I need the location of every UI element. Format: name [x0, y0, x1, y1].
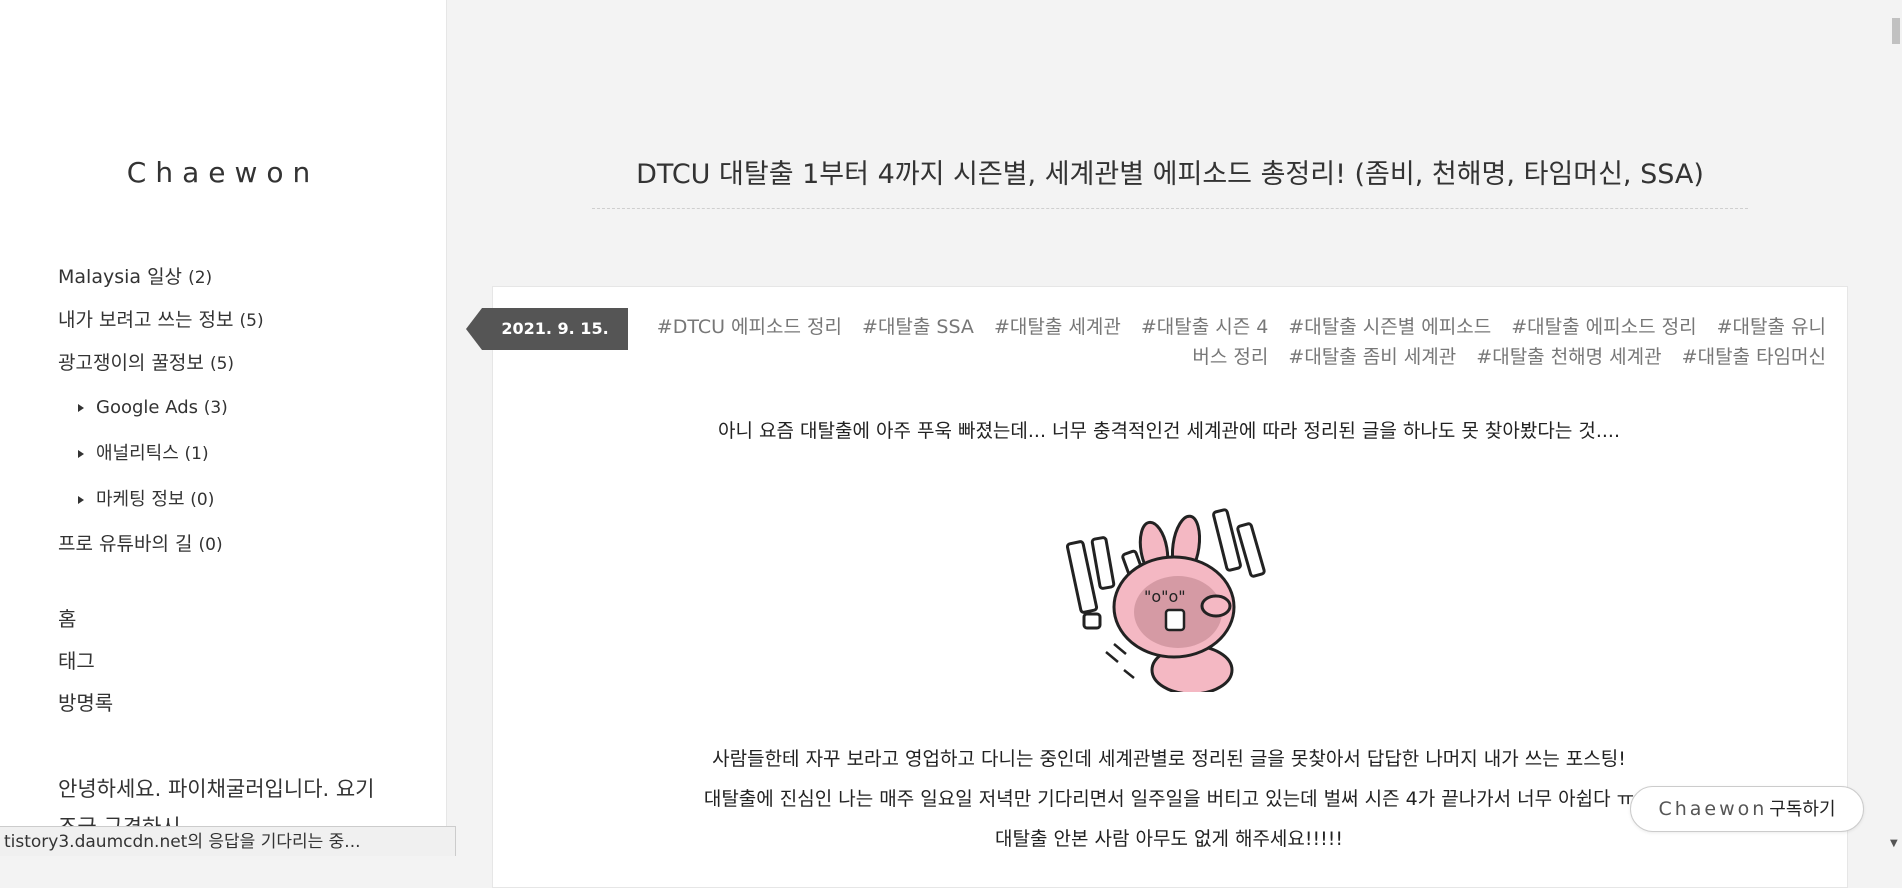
scrollbar[interactable] [1890, 0, 1902, 856]
category-label: 프로 유튜바의 길 [58, 533, 193, 555]
tag-list: #DTCU 에피소드 정리 #대탈출 SSA #대탈출 세계관 #대탈출 시즌 … [640, 312, 1826, 372]
subscribe-blog-name: Chaewon [1658, 798, 1768, 820]
post-title[interactable]: DTCU 대탈출 1부터 4까지 시즌별, 세계관별 에피소드 총정리! (좀비… [592, 152, 1748, 191]
category-label: Google Ads [96, 397, 198, 418]
tag-link[interactable]: #대탈출 타임머신 [1682, 346, 1826, 368]
triangle-right-icon [78, 450, 84, 458]
intro-line-1: 안녕하세요. 파이채굴러입니다. 요기 [58, 777, 375, 801]
tag-link[interactable]: #DTCU 에피소드 정리 [657, 316, 842, 338]
category-item-youtuber[interactable]: 프로 유튜바의 길 (0) [58, 523, 264, 566]
category-count: (2) [188, 268, 213, 288]
subscribe-button[interactable]: Chaewon 구독하기 [1630, 786, 1864, 832]
svg-text:"o"o": "o"o" [1144, 587, 1186, 606]
category-item-google-ads[interactable]: Google Ads (3) [58, 385, 264, 431]
nav-guestbook[interactable]: 방명록 [58, 682, 113, 724]
scrollbar-thumb[interactable] [1892, 18, 1900, 44]
title-divider [592, 208, 1748, 209]
category-count: (5) [209, 354, 235, 374]
category-item-malaysia[interactable]: Malaysia 일상 (2) [58, 256, 264, 299]
pink-bunny-sticker-icon: "o"o" [1066, 508, 1266, 692]
category-item-info[interactable]: 내가 보려고 쓰는 정보 (5) [58, 299, 264, 342]
category-list: Malaysia 일상 (2) 내가 보려고 쓰는 정보 (5) 광고쟁이의 꿀… [58, 256, 264, 566]
category-label: 마케팅 정보 [96, 489, 185, 510]
subscribe-label: 구독하기 [1769, 799, 1836, 820]
triangle-right-icon [78, 404, 84, 412]
nav-home[interactable]: 홈 [58, 598, 113, 640]
category-label: 애널리틱스 [96, 443, 179, 464]
category-count: (5) [239, 311, 264, 331]
sidebar-nav: 홈 태그 방명록 [58, 598, 113, 724]
tag-link[interactable]: #대탈출 세계관 [994, 316, 1121, 338]
date-ribbon-tip [466, 308, 482, 350]
post-date: 2021. 9. 15. 18:53 [482, 308, 628, 380]
category-count: (0) [190, 490, 215, 510]
category-item-marketing[interactable]: 마케팅 정보 (0) [58, 477, 264, 523]
category-count: (3) [203, 398, 228, 418]
category-count: (1) [184, 444, 209, 464]
post-paragraph: 아니 요즘 대탈출에 아주 푸욱 빠졌는데... 너무 충격적인건 세계관에 따… [718, 420, 1620, 442]
nav-tags[interactable]: 태그 [58, 640, 113, 682]
tag-link[interactable]: #대탈출 천해명 세계관 [1476, 346, 1661, 368]
tag-link[interactable]: #대탈출 에피소드 정리 [1511, 316, 1696, 338]
category-count: (0) [198, 535, 223, 555]
browser-status-bar: tistory3.daumcdn.net의 응답을 기다리는 중... [0, 826, 456, 856]
tag-link[interactable]: #대탈출 시즌별 에피소드 [1288, 316, 1491, 338]
category-label: Malaysia 일상 [58, 266, 183, 288]
category-item-analytics[interactable]: 애널리틱스 (1) [58, 431, 264, 477]
sidebar: Chaewon Malaysia 일상 (2) 내가 보려고 쓰는 정보 (5)… [0, 0, 447, 856]
tag-link[interactable]: #대탈출 SSA [862, 316, 974, 338]
tag-link[interactable]: #대탈출 좀비 세계관 [1288, 346, 1456, 368]
post-paragraph: 사람들한테 자꾸 보라고 영업하고 다니는 중인데 세계관별로 정리된 글을 못… [712, 748, 1626, 770]
category-label: 광고쟁이의 꿀정보 [58, 352, 204, 374]
blog-title[interactable]: Chaewon [0, 156, 446, 189]
scroll-down-arrow-icon[interactable]: ▼ [1890, 838, 1898, 849]
tag-link[interactable]: #대탈출 시즌 4 [1141, 316, 1269, 338]
triangle-right-icon [78, 496, 84, 504]
category-label: 내가 보려고 쓰는 정보 [58, 309, 234, 331]
category-item-ad-tips[interactable]: 광고쟁이의 꿀정보 (5) [58, 342, 264, 385]
